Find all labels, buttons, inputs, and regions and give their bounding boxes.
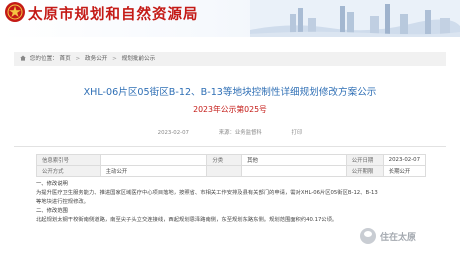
table-cell: 分类: [206, 154, 243, 166]
table-cell: [206, 165, 243, 177]
paragraph: 为提升医疗卫生服务能力、推进国家区域医疗中心项目落地，按照省、市相关工作安排及县…: [36, 189, 378, 196]
notice-meta: 2023-02-07 来源：业务监督科 打印: [0, 128, 460, 136]
table-cell: 2023-02-07: [382, 154, 427, 166]
table-cell: 主动公开: [99, 165, 208, 177]
table-cell: 信息索引号: [36, 154, 101, 166]
breadcrumb-prefix: 您的位置：: [29, 56, 58, 62]
source-label: 来源：业务监督科: [218, 130, 262, 136]
table-cell: 公开期限: [345, 165, 384, 177]
notice-title: XHL-06片区05街区B-12、B-13等地块控制性详细规划修改方案公示: [83, 87, 377, 98]
city-skyline-image: [250, 0, 460, 37]
watermark: 住在太原: [360, 226, 452, 246]
notice-body: 一、修改说明 为提升医疗卫生服务能力、推进国家区域医疗中心项目落地，按照省、市相…: [36, 180, 426, 225]
table-row: 公开方式 主动公开 公开期限 长期公开: [36, 165, 427, 177]
info-table: 信息索引号 分类 其他 公开日期 2023-02-07 公开方式 主动公开 公开…: [36, 154, 427, 177]
watermark-text: 住在太原: [380, 232, 417, 243]
section-heading: 一、修改说明: [36, 181, 68, 187]
doc-number: 2023年公示第025号: [193, 105, 267, 114]
paragraph: 等地块进行控规修改。: [36, 198, 89, 205]
site-banner: 太原市规划和自然资源局: [0, 0, 460, 37]
bureau-name[interactable]: 太原市规划和自然资源局: [28, 3, 199, 24]
table-cell: [99, 154, 208, 166]
paragraph: 北起规划太钢干校街南侧道路，南至尖子头立交连接线，西起规划恩泽路南侧，东至规划东…: [36, 216, 338, 223]
table-cell: 其他: [241, 154, 347, 166]
breadcrumb-separator: >: [75, 56, 81, 62]
breadcrumb: 您的位置： 首页 > 政务公开 > 规划批前公示: [14, 52, 446, 66]
section-heading: 二、修改范围: [36, 207, 68, 214]
table-cell: 公开日期: [345, 154, 384, 166]
breadcrumb-planning-notice[interactable]: 规划批前公示: [122, 56, 156, 62]
table-cell: [241, 165, 347, 177]
breadcrumb-public-affairs[interactable]: 政务公开: [85, 56, 107, 62]
wechat-logo-icon: [360, 228, 376, 244]
home-icon: [20, 55, 26, 61]
print-link[interactable]: 打印: [292, 130, 303, 136]
publish-date: 2023-02-07: [157, 130, 189, 136]
table-row: 信息索引号 分类 其他 公开日期 2023-02-07: [36, 154, 427, 166]
table-cell: 公开方式: [36, 165, 101, 177]
table-cell: 长期公开: [382, 165, 427, 177]
divider: [14, 146, 446, 147]
emblem-icon: [5, 2, 25, 22]
breadcrumb-home[interactable]: 首页: [60, 56, 71, 62]
breadcrumb-separator: >: [112, 56, 117, 62]
